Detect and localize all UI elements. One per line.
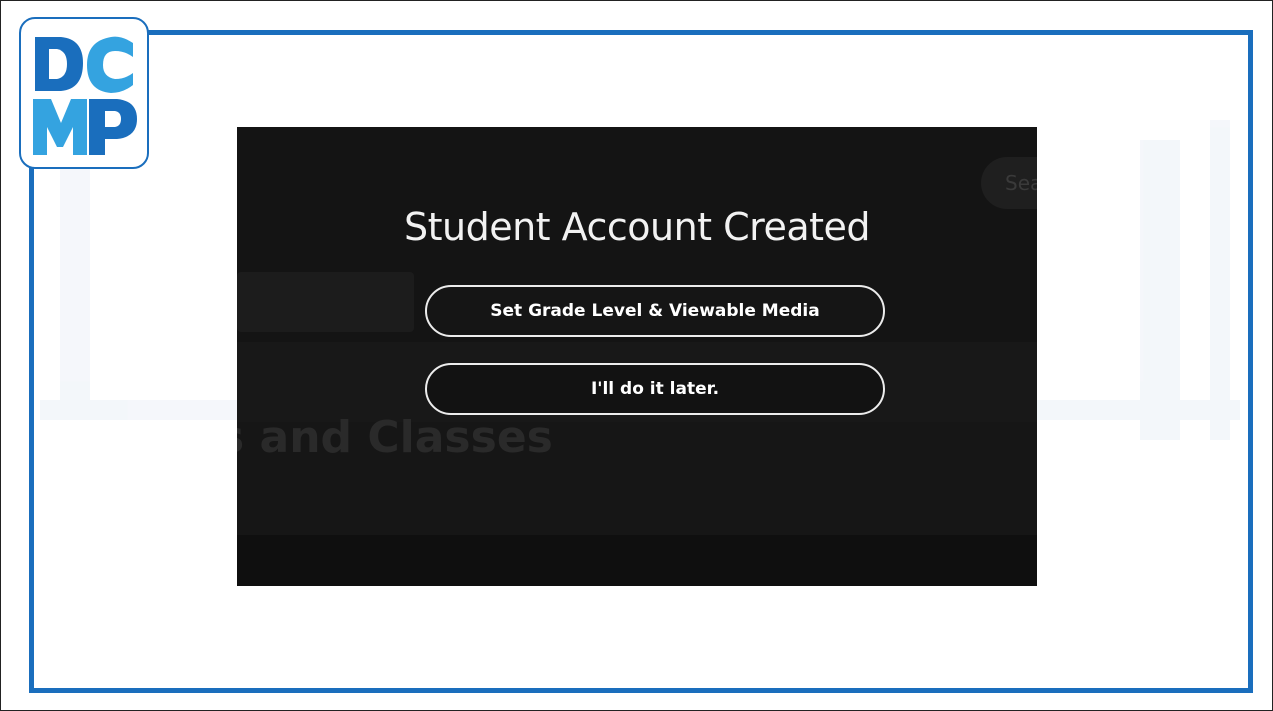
background-search-field: Sea: [981, 157, 1037, 209]
set-grade-level-button[interactable]: Set Grade Level & Viewable Media: [425, 285, 885, 337]
background-search-text: Sea: [1005, 171, 1037, 195]
dcmp-logo: [19, 17, 149, 169]
do-it-later-button-label: I'll do it later.: [590, 379, 720, 399]
background-heading: ts and Classes: [237, 412, 553, 463]
tutorial-video-frame: Sea ts and Classes Student Account Creat…: [237, 127, 1037, 586]
background-band: [237, 535, 1037, 586]
background-ghost-card: [237, 272, 414, 332]
set-grade-level-button-label: Set Grade Level & Viewable Media: [490, 301, 820, 321]
dialog-title: Student Account Created: [403, 205, 871, 249]
do-it-later-button[interactable]: I'll do it later.: [425, 363, 885, 415]
